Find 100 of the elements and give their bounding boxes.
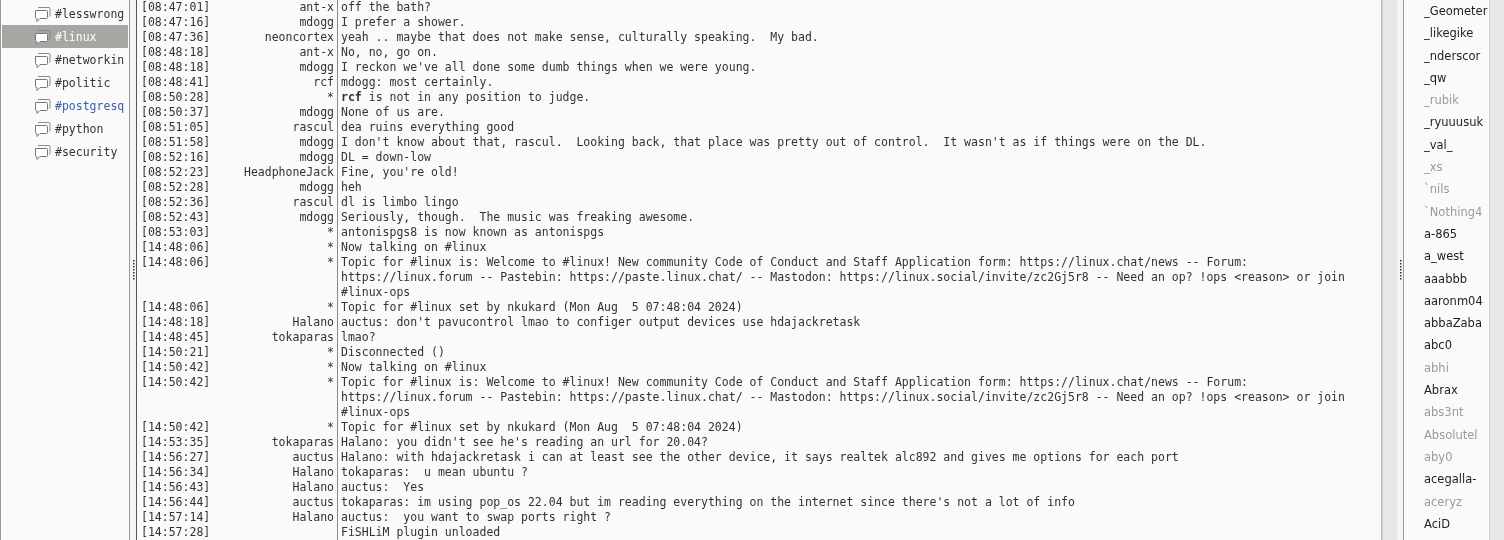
timestamp: [08:52:16] <box>141 150 212 165</box>
user-name[interactable]: _val_ <box>1424 133 1489 157</box>
channel-item[interactable]: #security <box>2 140 128 163</box>
message-text: rcf is not in any position to judge. <box>337 90 1381 105</box>
message-text: Topic for #linux is: Welcome to #linux! New community Code of Conduct and Staff Application form: https://linux.chat/news -- Forum: https://linux.forum -- Pastebin: https://paste.linux.chat/ -- Mastodon: https://linux.social/invite/zc2Gj5r8 -- Need an op? !ops <reason> or join #linux-ops <box>337 375 1381 420</box>
nick-label: mdogg <box>298 60 335 75</box>
chat-bubbles-icon <box>34 28 51 45</box>
timestamp: [14:57:14] <box>141 510 212 525</box>
user-name[interactable]: abbaZaba <box>1424 312 1489 335</box>
nick-label: tokaparas <box>270 435 335 450</box>
timestamp: [08:50:28] <box>141 90 212 105</box>
timestamp: [08:52:28] <box>141 180 212 195</box>
chat-bubbles-icon <box>34 97 51 114</box>
timestamp: [14:48:06] <box>141 255 212 271</box>
message-text: No, no, go on. <box>337 45 1381 60</box>
timestamp: [08:52:23] <box>141 165 212 180</box>
channel-item[interactable]: #lesswrong <box>2 2 128 25</box>
message-text: auctus: Yes <box>337 480 1381 495</box>
user-name[interactable]: abc0 <box>1424 334 1489 357</box>
user-name[interactable]: _Geometer <box>1424 0 1489 23</box>
timestamp: [14:50:42] <box>141 420 212 435</box>
message-text: tokaparas: im using pop_os 22.04 but im reading everything on the internet since there's not a lot of info <box>337 495 1381 510</box>
timestamp: [08:51:05] <box>141 120 212 135</box>
nick-label: * <box>326 240 335 255</box>
nick-label: neoncortex <box>263 30 335 45</box>
nick-label: * <box>326 420 335 435</box>
timestamp: [08:52:43] <box>141 210 212 225</box>
nick-label: * <box>326 300 335 315</box>
nick-label: ant-x <box>298 0 335 15</box>
message-text: antonispgs8 is now known as antonispgs <box>337 225 1381 240</box>
nick-label: mdogg <box>298 150 335 165</box>
nick-label: mdogg <box>298 180 335 195</box>
nick-label: * <box>326 375 335 391</box>
pane-grip-icon[interactable] <box>131 260 135 280</box>
nick-label: tokaparas <box>270 330 335 345</box>
message-text: Fine, you're old! <box>337 165 1381 180</box>
nick-label: Halano <box>291 510 335 525</box>
nick-label: rascul <box>291 195 335 210</box>
user-name[interactable]: aaabbb <box>1424 267 1489 290</box>
nick-label: * <box>326 255 335 271</box>
timestamp: [14:56:44] <box>141 495 212 510</box>
timestamp: [14:48:06] <box>141 300 212 315</box>
user-name[interactable]: _likegike <box>1424 22 1489 45</box>
nick-label: Halano <box>291 465 335 480</box>
message-text: Now talking on #linux <box>337 360 1381 375</box>
timestamp: [14:57:28] <box>141 525 212 540</box>
message-text: DL = down-low <box>337 150 1381 165</box>
message-text: heh <box>337 180 1381 195</box>
message-text: Topic for #linux set by nkukard (Mon Aug 5 07:48:04 2024) <box>337 420 1381 435</box>
nick-label: mdogg <box>298 135 335 150</box>
timestamp: [14:50:21] <box>141 345 212 360</box>
user-name[interactable]: acegalla- <box>1424 468 1489 491</box>
message-text: mdogg: most certainly. <box>337 75 1381 90</box>
nick-label: ant-x <box>298 45 335 60</box>
user-name[interactable]: a-865 <box>1424 222 1489 246</box>
message-text: Disconnected () <box>337 345 1381 360</box>
user-name[interactable]: Abrax <box>1424 379 1489 402</box>
channel-item[interactable]: #networkin <box>2 48 128 71</box>
timestamp: [08:48:18] <box>141 60 212 75</box>
timestamp: [08:53:03] <box>141 225 212 240</box>
message-text: Halano: you didn't see he's reading an url for 20.04? <box>337 435 1381 450</box>
message-text: auctus: you want to swap ports right ? <box>337 510 1381 525</box>
message-text: off the bath? <box>337 0 1381 15</box>
channel-item[interactable]: #postgresq <box>2 94 128 117</box>
timestamp: [14:50:42] <box>141 360 212 375</box>
user-name[interactable]: _nderscor <box>1424 44 1489 67</box>
timestamp: [08:48:18] <box>141 45 212 60</box>
chat-bubbles-icon <box>34 5 51 22</box>
nick-label: auctus <box>291 450 335 465</box>
timestamp: [14:56:43] <box>141 480 212 495</box>
timestamp: [14:48:18] <box>141 315 212 330</box>
user-name[interactable]: _qw <box>1424 66 1489 90</box>
message-text: dl is limbo lingo <box>337 195 1381 210</box>
user-name[interactable]: aaronm04 <box>1424 289 1489 313</box>
user-name[interactable]: a_west <box>1424 245 1489 268</box>
timestamp: [08:50:37] <box>141 105 212 120</box>
message-text: lmao? <box>337 330 1381 345</box>
message-text: yeah .. maybe that does not make sense, culturally speaking. My bad. <box>337 30 1381 45</box>
nick-label: * <box>326 225 335 240</box>
message-text: tokaparas: u mean ubuntu ? <box>337 465 1381 480</box>
message-text: Seriously, though. The music was freaking awesome. <box>337 210 1381 225</box>
pane-grip-icon[interactable] <box>1398 260 1402 280</box>
user-name[interactable]: AciD <box>1424 512 1489 536</box>
nick-label: Halano <box>291 480 335 495</box>
nick-label: HeadphoneJack <box>243 165 335 180</box>
chat-bubbles-icon <box>34 74 51 91</box>
timestamp: [08:47:36] <box>141 30 212 45</box>
timestamp: [08:47:16] <box>141 15 212 30</box>
timestamp: [14:48:06] <box>141 240 212 255</box>
channel-item[interactable]: #politic <box>2 71 128 94</box>
chat-bubbles-icon <box>34 51 51 68</box>
chat-bubbles-icon <box>34 120 51 137</box>
user-name[interactable]: _ryuuusuk <box>1424 111 1489 134</box>
channel-item[interactable]: #python <box>2 117 128 140</box>
timestamp: [14:56:34] <box>141 465 212 480</box>
timestamp: [08:52:36] <box>141 195 212 210</box>
message-text: auctus: don't pavucontrol lmao to configer output devices use hdajackretask <box>337 315 1381 330</box>
timestamp: [14:53:35] <box>141 435 212 450</box>
message-text: Topic for #linux is: Welcome to #linux! New community Code of Conduct and Staff Application form: https://linux.chat/news -- Forum: https://linux.forum -- Pastebin: https://paste.linux.chat/ -- Mastodon: https://linux.social/invite/zc2Gj5r8 -- Need an op? !ops <reason> or join #linux-ops <box>337 255 1381 300</box>
message-text: FiSHLiM plugin unloaded <box>337 525 1381 540</box>
